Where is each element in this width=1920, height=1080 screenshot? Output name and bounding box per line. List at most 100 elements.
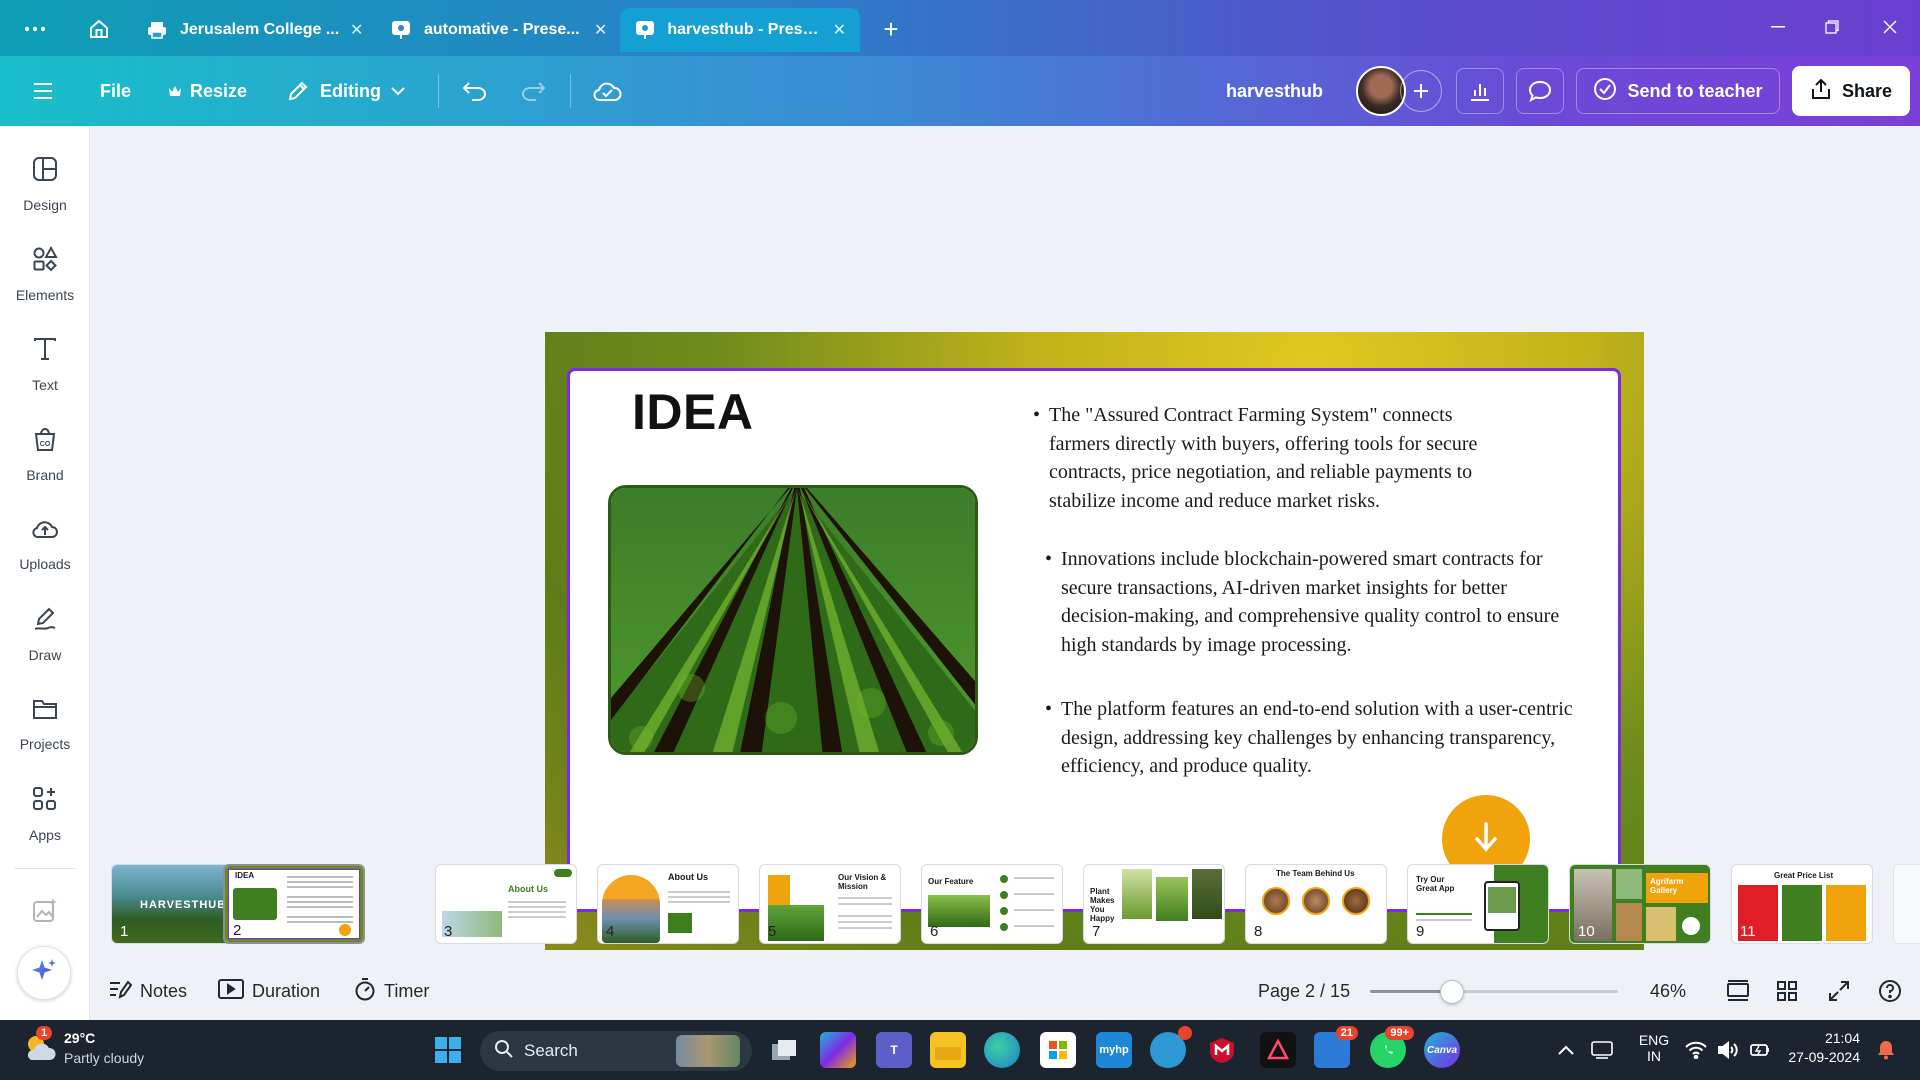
menu-icon[interactable]	[32, 56, 54, 126]
whatsapp-icon[interactable]: 99+	[1370, 1026, 1414, 1068]
page-thumbnail-2[interactable]: IDEA 2	[223, 864, 365, 944]
notification-bell-icon[interactable]	[1868, 1032, 1904, 1068]
share-button[interactable]: Share	[1792, 66, 1910, 116]
sidebar-item-draw[interactable]: Draw	[0, 594, 90, 674]
grid-view-icon[interactable]	[1776, 962, 1798, 1020]
slide-title[interactable]: IDEA	[632, 383, 753, 441]
taskbar-search[interactable]: Search	[480, 1031, 752, 1071]
browser-badge-icon[interactable]	[1150, 1026, 1192, 1068]
sidebar-item-brand[interactable]: CO Brand	[0, 414, 90, 494]
page-thumbnail-6[interactable]: Our Feature 6	[921, 864, 1063, 944]
windows-taskbar: 1 29°C Partly cloudy Search T myhp 21 99…	[0, 1020, 1920, 1080]
timer-button[interactable]: Timer	[354, 962, 429, 1020]
language-indicator[interactable]: ENG IN	[1636, 1032, 1672, 1064]
page-view-icon[interactable]	[1726, 962, 1750, 1020]
page-thumbnail-11[interactable]: Great Price List 11	[1731, 864, 1873, 944]
weather-temp[interactable]: 29°C	[64, 1030, 95, 1046]
chevron-up-icon[interactable]	[1548, 1032, 1584, 1068]
cloud-saved-icon[interactable]	[592, 56, 622, 126]
windows-start-icon[interactable]	[430, 1032, 466, 1068]
adobe-acrobat-icon[interactable]	[1260, 1032, 1296, 1068]
page-thumbnail-10[interactable]: Agrifarm Gallery 10	[1569, 864, 1711, 944]
battery-charging-icon[interactable]	[1742, 1032, 1778, 1068]
mcafee-icon[interactable]	[1204, 1032, 1240, 1068]
microsoft-store-icon[interactable]	[1040, 1032, 1076, 1068]
copilot-icon[interactable]	[820, 1032, 856, 1068]
edge-browser-icon[interactable]	[984, 1032, 1020, 1068]
magic-assistant-button[interactable]	[17, 946, 71, 1000]
page-thumbnail-3[interactable]: About Us 3	[435, 864, 577, 944]
add-collaborator-button[interactable]	[1400, 70, 1442, 112]
keyboard-icon[interactable]	[1584, 1032, 1620, 1068]
fullscreen-icon[interactable]	[1828, 962, 1850, 1020]
page-thumbnail-5[interactable]: Our Vision & Mission 5	[759, 864, 901, 944]
magic-media-icon[interactable]	[0, 870, 90, 950]
file-menu[interactable]: File	[100, 56, 131, 126]
close-icon[interactable]: ✕	[833, 20, 846, 40]
page-thumbnail-12-partial[interactable]	[1893, 864, 1920, 944]
tab-automative[interactable]: automative - Prese... ✕	[376, 8, 621, 52]
canva-present-icon	[634, 19, 655, 41]
insights-chart-icon[interactable]	[1456, 68, 1504, 114]
bullet-dot: •	[1045, 548, 1053, 570]
browser-menu-icon[interactable]	[18, 12, 52, 46]
page-indicator[interactable]: Page 2 / 15	[1258, 962, 1350, 1020]
page-thumbnail-9[interactable]: Try Our Great App 9	[1407, 864, 1549, 944]
undo-icon[interactable]	[462, 56, 488, 126]
clock-time: 21:04	[1824, 1030, 1860, 1046]
close-window-icon[interactable]	[1868, 10, 1912, 44]
zoom-level[interactable]: 46%	[1650, 962, 1686, 1020]
sidebar-item-apps[interactable]: Apps	[0, 774, 90, 854]
page-thumbnail-4[interactable]: About Us 4	[597, 864, 739, 944]
thumb-number: 11	[1740, 923, 1756, 940]
resize-button[interactable]: Resize	[168, 56, 247, 126]
duration-button[interactable]: Duration	[218, 962, 320, 1020]
thumb-number: 7	[1092, 923, 1101, 940]
myhp-icon[interactable]: myhp	[1096, 1032, 1132, 1068]
sidebar-item-uploads[interactable]: Uploads	[0, 504, 90, 584]
comment-icon[interactable]	[1516, 68, 1564, 114]
minimize-icon[interactable]	[1756, 10, 1800, 44]
clock[interactable]: 21:04 27-09-2024	[1784, 1030, 1860, 1065]
send-to-teacher-button[interactable]: Send to teacher	[1576, 68, 1780, 114]
tab-title: automative - Prese...	[424, 21, 580, 38]
farm-field-image[interactable]	[608, 485, 978, 755]
sidebar-item-projects[interactable]: Projects	[0, 684, 90, 764]
content-card[interactable]: IDEA • The "Assured Contract Farming Sys…	[567, 368, 1621, 912]
volume-icon[interactable]	[1710, 1032, 1746, 1068]
page-thumbnail-7[interactable]: Plant Makes You Happy 7	[1083, 864, 1225, 944]
sidebar-item-elements[interactable]: Elements	[0, 234, 90, 314]
document-title[interactable]: harvesthub	[1226, 56, 1323, 126]
close-icon[interactable]: ✕	[350, 20, 363, 40]
thumb-number: 4	[606, 923, 615, 940]
play-screen-icon	[218, 978, 244, 1004]
avatar[interactable]	[1356, 66, 1406, 116]
file-explorer-icon[interactable]	[930, 1032, 966, 1068]
teams-icon[interactable]: T	[876, 1032, 912, 1068]
close-icon[interactable]: ✕	[594, 20, 607, 40]
weather-icon[interactable]: 1	[22, 1026, 58, 1066]
help-icon[interactable]	[1878, 962, 1902, 1020]
tab-jerusalem-college[interactable]: Jerusalem College ... ✕	[132, 8, 377, 52]
bullet-item[interactable]: • The "Assured Contract Farming System" …	[1033, 401, 1489, 515]
editing-mode-dropdown[interactable]: Editing	[286, 56, 405, 126]
wifi-icon[interactable]	[1678, 1032, 1714, 1068]
sidebar-item-design[interactable]: Design	[0, 144, 90, 224]
zoom-slider-handle[interactable]	[1439, 980, 1464, 1004]
restore-icon[interactable]	[1810, 10, 1854, 44]
sidebar-item-text[interactable]: Text	[0, 324, 90, 404]
tab-harvesthub[interactable]: harvesthub - Prese... ✕	[620, 8, 860, 52]
bullet-item[interactable]: • Innovations include blockchain-powered…	[1045, 545, 1581, 659]
zoom-slider[interactable]	[1370, 980, 1618, 1004]
office-app-icon[interactable]: 21	[1314, 1026, 1358, 1068]
home-icon[interactable]	[82, 12, 116, 46]
bullet-item[interactable]: • The platform features an end-to-end so…	[1045, 695, 1581, 781]
new-tab-button[interactable]: +	[874, 12, 908, 46]
notes-button[interactable]: Notes	[108, 962, 187, 1020]
redo-icon[interactable]	[520, 56, 546, 126]
stopwatch-icon	[354, 977, 376, 1006]
canva-app-icon[interactable]: Canva	[1424, 1032, 1460, 1068]
page-thumbnail-8[interactable]: The Team Behind Us 8	[1245, 864, 1387, 944]
task-view-icon[interactable]	[766, 1032, 802, 1068]
weather-desc[interactable]: Partly cloudy	[64, 1050, 144, 1066]
